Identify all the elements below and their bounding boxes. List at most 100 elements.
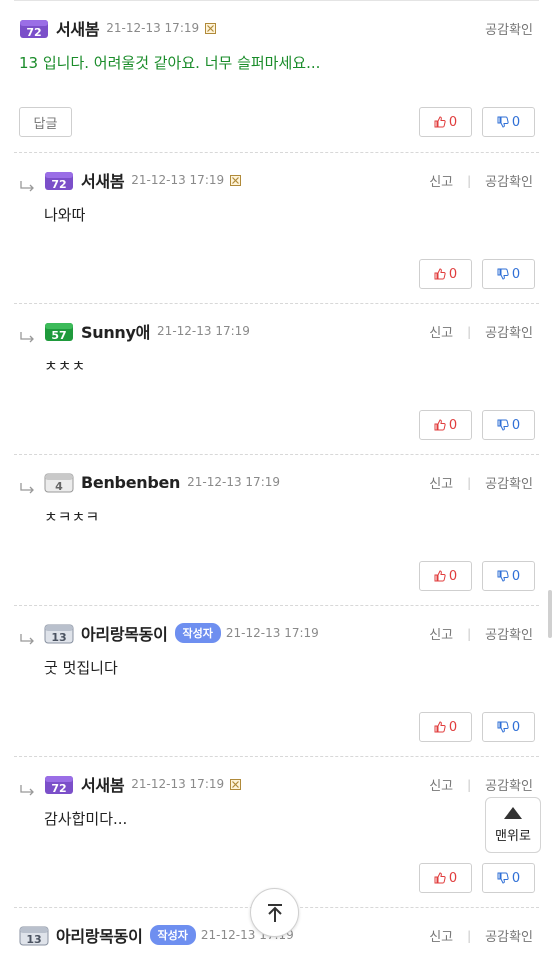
thumbs-up-icon bbox=[434, 268, 446, 280]
comment-actions: 신고 | 공감확인 bbox=[429, 775, 533, 795]
reply-arrow-icon bbox=[20, 785, 34, 796]
dislike-count: 0 bbox=[511, 719, 521, 735]
nickname[interactable]: 서새봄 bbox=[81, 168, 125, 192]
comment-item: 4 Benbenben 21-12-13 17:19 신고 | 공감확인 ㅊㅋㅊ… bbox=[0, 454, 553, 605]
thumbs-down-icon bbox=[497, 721, 509, 733]
nickname[interactable]: Benbenben bbox=[81, 473, 180, 492]
level-badge-icon: 57 bbox=[45, 323, 73, 342]
thumbs-down-icon bbox=[497, 268, 509, 280]
like-count: 0 bbox=[448, 870, 458, 886]
report-link[interactable]: 신고 bbox=[429, 775, 453, 794]
scrollbar-thumb[interactable] bbox=[548, 590, 552, 638]
report-link[interactable]: 신고 bbox=[429, 322, 453, 341]
actions-divider: | bbox=[467, 173, 472, 188]
floating-top-button[interactable] bbox=[250, 888, 299, 937]
dislike-count: 0 bbox=[511, 266, 521, 282]
dislike-button[interactable]: 0 bbox=[482, 410, 535, 440]
comment-header: 13 아리랑목동이 작성자 21-12-13 17:19 bbox=[44, 621, 319, 645]
reply-button[interactable]: 답글 bbox=[19, 107, 72, 137]
actions-divider: | bbox=[467, 324, 472, 339]
empathy-check-link[interactable]: 공감확인 bbox=[485, 624, 533, 643]
dislike-count: 0 bbox=[511, 417, 521, 433]
comment-item: 57 Sunny애 21-12-13 17:19 신고 | 공감확인 ㅊㅊㅊ 0… bbox=[0, 303, 553, 454]
scroll-to-top-button[interactable]: 맨위로 bbox=[485, 797, 541, 853]
like-button[interactable]: 0 bbox=[419, 410, 472, 440]
empathy-check-link[interactable]: 공감확인 bbox=[485, 775, 533, 794]
comment-text: ㅊㅋㅊㅋ bbox=[44, 508, 100, 526]
level-badge-icon: 13 bbox=[44, 624, 74, 644]
reply-arrow-icon bbox=[20, 332, 34, 343]
comment-actions: 신고 | 공감확인 bbox=[429, 322, 533, 342]
empathy-check-link[interactable]: 공감확인 bbox=[485, 171, 533, 190]
level-number: 72 bbox=[51, 782, 66, 795]
nickname[interactable]: 서새봄 bbox=[56, 16, 100, 40]
report-link[interactable]: 신고 bbox=[429, 171, 453, 190]
actions-divider: | bbox=[467, 777, 472, 792]
level-number: 57 bbox=[51, 329, 66, 342]
dislike-count: 0 bbox=[511, 568, 521, 584]
like-count: 0 bbox=[448, 417, 458, 433]
report-link[interactable]: 신고 bbox=[429, 926, 453, 945]
close-box-icon[interactable] bbox=[230, 174, 242, 186]
comment-actions: 신고 | 공감확인 bbox=[429, 473, 533, 493]
reply-arrow-icon bbox=[20, 181, 34, 192]
arrow-up-icon bbox=[504, 806, 522, 819]
dislike-count: 0 bbox=[511, 114, 521, 130]
close-box-icon[interactable] bbox=[230, 778, 242, 790]
thumbs-down-icon bbox=[497, 872, 509, 884]
like-button[interactable]: 0 bbox=[419, 863, 472, 893]
close-box-icon[interactable] bbox=[205, 22, 217, 34]
dislike-button[interactable]: 0 bbox=[482, 107, 535, 137]
like-count: 0 bbox=[448, 719, 458, 735]
nickname[interactable]: Sunny애 bbox=[81, 319, 150, 343]
nickname[interactable]: 아리랑목동이 bbox=[56, 923, 143, 947]
empathy-check-link[interactable]: 공감확인 bbox=[485, 322, 533, 341]
actions-divider: | bbox=[467, 928, 472, 943]
thumbs-up-icon bbox=[434, 116, 446, 128]
empathy-check-link[interactable]: 공감확인 bbox=[485, 926, 533, 945]
nickname[interactable]: 서새봄 bbox=[81, 772, 125, 796]
level-number: 13 bbox=[51, 631, 66, 644]
thumbs-up-icon bbox=[434, 570, 446, 582]
writer-badge: 작성자 bbox=[174, 623, 221, 643]
like-count: 0 bbox=[448, 568, 458, 584]
level-number: 72 bbox=[51, 178, 66, 191]
dislike-button[interactable]: 0 bbox=[482, 712, 535, 742]
report-link[interactable]: 신고 bbox=[429, 624, 453, 643]
comment-actions: 신고 | 공감확인 bbox=[429, 926, 533, 946]
comment-date: 21-12-13 17:19 bbox=[131, 173, 225, 187]
thumbs-down-icon bbox=[497, 116, 509, 128]
comment-date: 21-12-13 17:19 bbox=[157, 324, 250, 338]
thumbs-up-icon bbox=[434, 721, 446, 733]
dislike-button[interactable]: 0 bbox=[482, 561, 535, 591]
comment-date: 21-12-13 17:19 bbox=[187, 475, 281, 489]
comment-text: 감사합미다... bbox=[44, 810, 128, 828]
actions-divider: | bbox=[467, 626, 472, 641]
comment-text: ㅊㅊㅊ bbox=[44, 357, 86, 375]
dislike-button[interactable]: 0 bbox=[482, 259, 535, 289]
like-button[interactable]: 0 bbox=[419, 259, 472, 289]
comment-date: 21-12-13 17:19 bbox=[131, 777, 225, 791]
thumbs-down-icon bbox=[497, 570, 509, 582]
like-button[interactable]: 0 bbox=[419, 561, 472, 591]
like-button[interactable]: 0 bbox=[419, 712, 472, 742]
comment-text: 나와따 bbox=[44, 206, 86, 224]
comment-header: 72 서새봄 21-12-13 17:19 bbox=[44, 168, 242, 192]
nickname[interactable]: 아리랑목동이 bbox=[81, 621, 168, 645]
report-link[interactable]: 신고 bbox=[429, 473, 453, 492]
level-number: 72 bbox=[26, 26, 41, 39]
level-badge-icon: 13 bbox=[19, 926, 49, 946]
like-button[interactable]: 0 bbox=[419, 107, 472, 137]
comment-header: 57 Sunny애 21-12-13 17:19 bbox=[44, 319, 250, 343]
writer-badge: 작성자 bbox=[149, 925, 196, 945]
dislike-button[interactable]: 0 bbox=[482, 863, 535, 893]
comment-date: 21-12-13 17:19 bbox=[106, 21, 200, 35]
comment-text: 13 입니다. 어려울것 같아요. 너무 슬퍼마세요... bbox=[19, 54, 321, 72]
like-count: 0 bbox=[448, 114, 458, 130]
empathy-check-link[interactable]: 공감확인 bbox=[485, 19, 533, 38]
thumbs-down-icon bbox=[497, 419, 509, 431]
empathy-check-link[interactable]: 공감확인 bbox=[485, 473, 533, 492]
reply-arrow-icon bbox=[20, 483, 34, 494]
comment-list-page: 72 서새봄 21-12-13 17:19 공감확인 13 입니다. 어려울것 … bbox=[0, 0, 553, 960]
comment-item: 13 아리랑목동이 작성자 21-12-13 17:19 신고 | 공감확인 굿… bbox=[0, 605, 553, 756]
